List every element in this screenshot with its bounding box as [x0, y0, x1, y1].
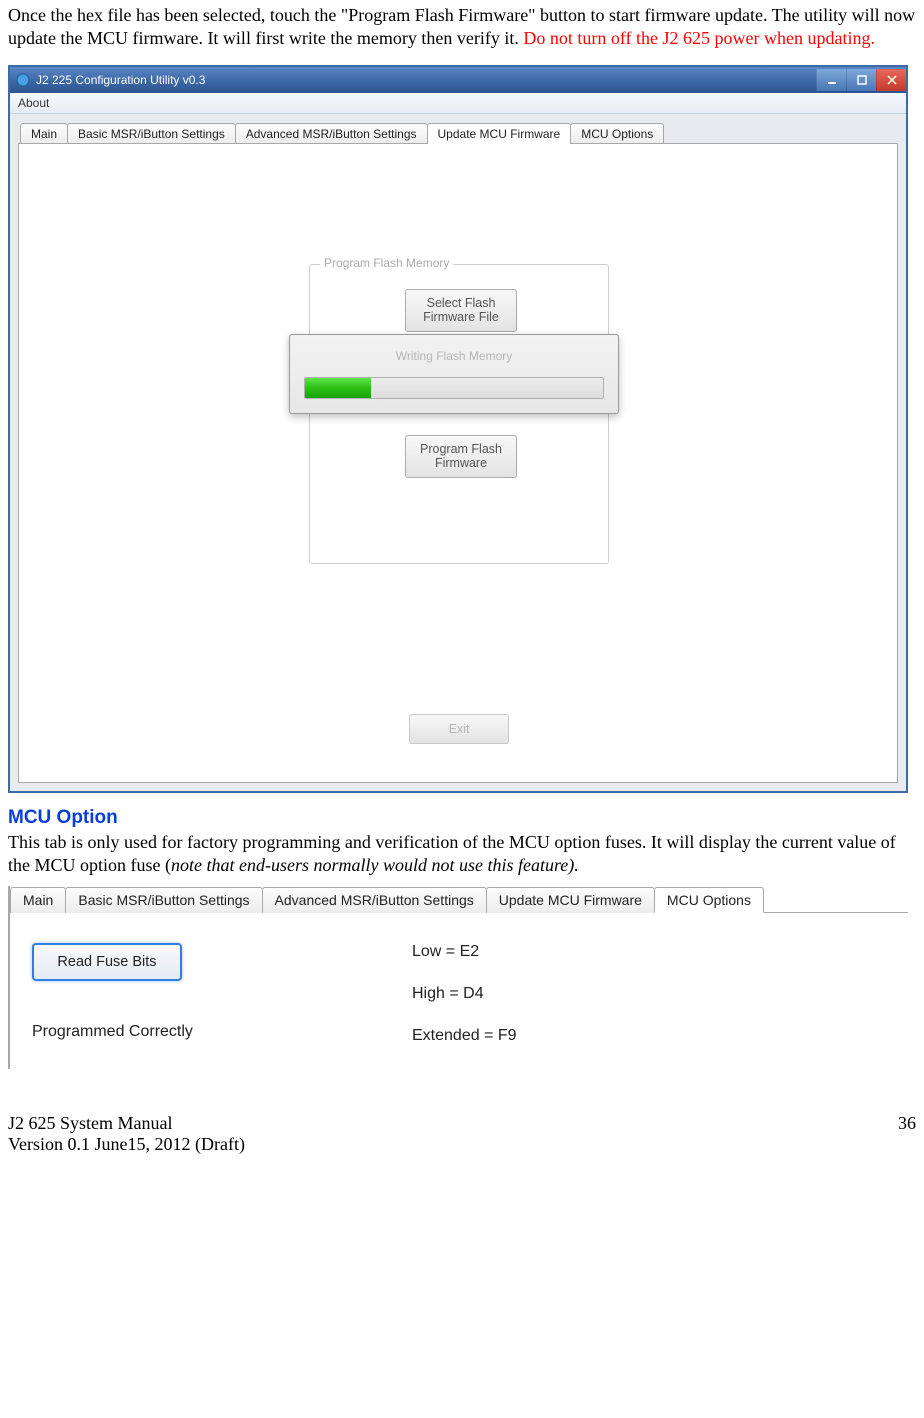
intro-warning: Do not turn off the J2 625 power when up… — [523, 28, 875, 48]
maximize-icon — [857, 75, 867, 85]
tab-update-firmware[interactable]: Update MCU Firmware — [427, 123, 572, 144]
tab-body: Program Flash Memory Select Flash Firmwa… — [18, 143, 898, 783]
footer-left: J2 625 System Manual Version 0.1 June15,… — [8, 1113, 245, 1155]
fuse-high: High = D4 — [412, 985, 886, 1003]
minimize-button[interactable] — [816, 69, 846, 91]
tabs-row: Main Basic MSR/iButton Settings Advanced… — [10, 114, 906, 143]
mcu-options-panel: Read Fuse Bits Programmed Correctly Low … — [10, 913, 908, 1069]
window-buttons — [816, 69, 906, 91]
mcu-option-heading: MCU Option — [8, 807, 916, 829]
footer-page-number: 36 — [898, 1113, 916, 1155]
groupbox-program-flash: Program Flash Memory Select Flash Firmwa… — [309, 264, 609, 564]
tab-basic-msr[interactable]: Basic MSR/iButton Settings — [67, 123, 236, 144]
program-flash-button[interactable]: Program Flash Firmware — [405, 435, 517, 478]
dialog-title: Writing Flash Memory — [304, 349, 604, 363]
close-button[interactable] — [876, 69, 906, 91]
fuse-values: Low = E2 High = D4 Extended = F9 — [412, 943, 886, 1045]
footer-manual-name: J2 625 System Manual — [8, 1113, 245, 1134]
tab2-main[interactable]: Main — [10, 887, 66, 913]
screenshot-window: J2 225 Configuration Utility v0.3 About … — [8, 65, 908, 793]
tab2-update-firmware[interactable]: Update MCU Firmware — [486, 887, 655, 913]
titlebar[interactable]: J2 225 Configuration Utility v0.3 — [10, 67, 906, 93]
maximize-button[interactable] — [846, 69, 876, 91]
exit-button[interactable]: Exit — [409, 714, 509, 744]
tab2-basic-msr[interactable]: Basic MSR/iButton Settings — [65, 887, 262, 913]
tab2-mcu-options[interactable]: MCU Options — [654, 887, 764, 913]
app-icon — [16, 73, 30, 87]
groupbox-legend: Program Flash Memory — [320, 256, 453, 270]
mcu-option-paragraph: This tab is only used for factory progra… — [8, 831, 916, 878]
fuse-low: Low = E2 — [412, 943, 886, 961]
tab-mcu-options[interactable]: MCU Options — [570, 123, 664, 144]
footer-version: Version 0.1 June15, 2012 (Draft) — [8, 1134, 245, 1155]
page-footer: J2 625 System Manual Version 0.1 June15,… — [8, 1113, 916, 1155]
read-fuse-bits-button[interactable]: Read Fuse Bits — [32, 943, 182, 981]
select-flash-file-button[interactable]: Select Flash Firmware File — [405, 289, 517, 332]
minimize-icon — [827, 75, 837, 85]
tabs-row-2: Main Basic MSR/iButton Settings Advanced… — [10, 886, 908, 913]
mcu-paragraph-italic: note that end-users normally would not u… — [171, 855, 579, 875]
progress-dialog: Writing Flash Memory — [289, 334, 619, 414]
fuse-extended: Extended = F9 — [412, 1027, 886, 1045]
tab-main[interactable]: Main — [20, 123, 68, 144]
menubar: About — [10, 93, 906, 114]
tab-advanced-msr[interactable]: Advanced MSR/iButton Settings — [235, 123, 428, 144]
screenshot-mcu-options: Main Basic MSR/iButton Settings Advanced… — [8, 886, 908, 1069]
intro-paragraph: Once the hex file has been selected, tou… — [8, 4, 916, 51]
window-title: J2 225 Configuration Utility v0.3 — [36, 73, 205, 87]
status-text: Programmed Correctly — [32, 1023, 412, 1041]
left-col: Read Fuse Bits Programmed Correctly — [32, 943, 412, 1045]
tab2-advanced-msr[interactable]: Advanced MSR/iButton Settings — [262, 887, 487, 913]
progress-bar — [304, 377, 604, 399]
progress-fill — [305, 378, 371, 398]
menu-about[interactable]: About — [18, 96, 49, 110]
close-icon — [887, 75, 897, 85]
